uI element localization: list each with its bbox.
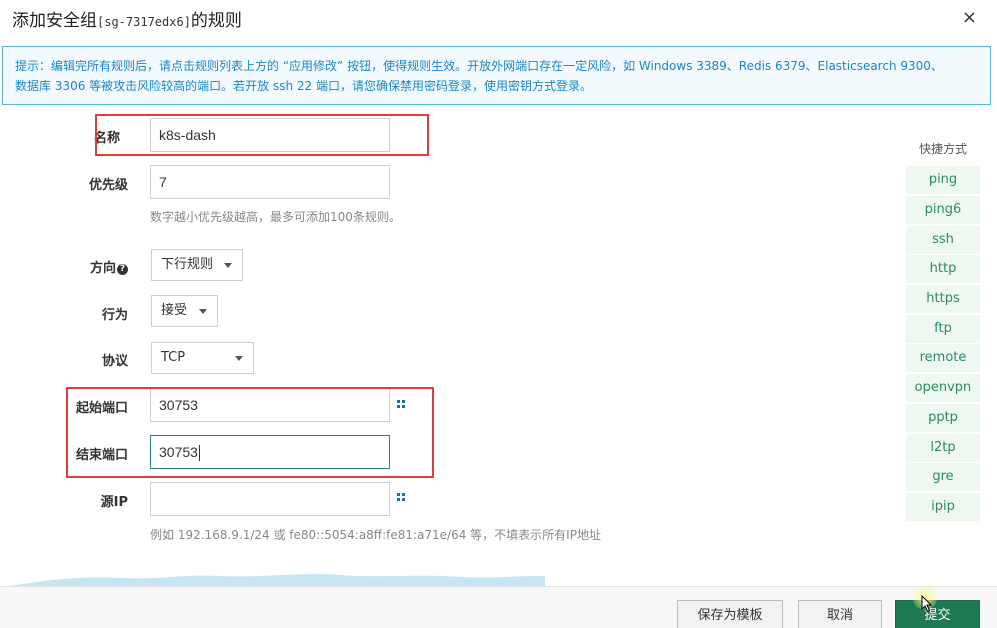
chevron-down-icon bbox=[224, 263, 232, 268]
action-value: 接受 bbox=[161, 303, 188, 318]
shortcuts-title: 快捷方式 bbox=[918, 142, 967, 156]
shortcut-https[interactable]: https bbox=[906, 285, 980, 313]
shortcut-ping6[interactable]: ping6 bbox=[906, 196, 980, 224]
protocol-select[interactable]: TCP bbox=[151, 342, 254, 374]
direction-label-text: 方向 bbox=[89, 261, 116, 276]
priority-input[interactable]: 7 bbox=[150, 165, 390, 199]
save-template-button[interactable]: 保存为模板 bbox=[677, 600, 783, 628]
source-ip-input[interactable] bbox=[150, 482, 390, 516]
mouse-cursor-icon bbox=[921, 595, 933, 613]
title-suffix: 的规则 bbox=[190, 11, 242, 31]
port-highlight-box bbox=[66, 387, 434, 478]
direction-value: 下行规则 bbox=[161, 257, 214, 272]
chevron-down-icon bbox=[199, 309, 207, 314]
priority-help: 数字越小优先级越高，最多可添加100条规则。 bbox=[150, 210, 401, 224]
source-ip-label: 源IP bbox=[100, 495, 128, 510]
chevron-down-icon bbox=[235, 356, 243, 361]
submit-button[interactable]: 提交 bbox=[895, 600, 980, 628]
tip-line-2: 数据库 3306 等被攻击风险较高的端口。若开放 ssh 22 端口，请您确保禁… bbox=[15, 79, 592, 93]
cancel-button[interactable]: 取消 bbox=[798, 600, 882, 628]
direction-label: 方向? bbox=[48, 257, 128, 276]
action-select[interactable]: 接受 bbox=[151, 295, 218, 327]
shortcut-ssh[interactable]: ssh bbox=[906, 226, 980, 254]
shortcut-pptp[interactable]: pptp bbox=[906, 404, 980, 432]
shortcut-gre[interactable]: gre bbox=[906, 463, 980, 491]
dialog-title: 添加安全组[sg-7317edx6]的规则 bbox=[12, 6, 242, 31]
help-icon[interactable]: ? bbox=[117, 264, 128, 275]
shortcut-openvpn[interactable]: openvpn bbox=[906, 374, 980, 402]
ip-picker-icon[interactable] bbox=[397, 493, 405, 501]
priority-label: 优先级 bbox=[88, 178, 128, 193]
shortcut-http[interactable]: http bbox=[906, 255, 980, 283]
close-icon[interactable]: × bbox=[962, 9, 977, 27]
protocol-label: 协议 bbox=[101, 354, 128, 369]
shortcut-ipip[interactable]: ipip bbox=[906, 493, 980, 521]
action-label: 行为 bbox=[101, 308, 128, 323]
add-rule-dialog: 添加安全组[sg-7317edx6]的规则 × 提示：编辑完所有规则后，请点击规… bbox=[0, 0, 997, 628]
shortcut-ping[interactable]: ping bbox=[906, 166, 980, 194]
shortcut-l2tp[interactable]: l2tp bbox=[906, 434, 980, 462]
shortcut-ftp[interactable]: ftp bbox=[906, 315, 980, 343]
shortcut-remote[interactable]: remote bbox=[906, 344, 980, 372]
direction-select[interactable]: 下行规则 bbox=[151, 249, 243, 281]
name-highlight-box bbox=[95, 114, 429, 156]
protocol-value: TCP bbox=[161, 350, 186, 365]
security-group-id: [sg-7317edx6] bbox=[97, 15, 191, 29]
tip-line-1: 提示：编辑完所有规则后，请点击规则列表上方的 “应用修改” 按钮，使得规则生效。… bbox=[15, 59, 943, 73]
source-ip-help: 例如 192.168.9.1/24 或 fe80::5054:a8ff:fe81… bbox=[150, 528, 601, 542]
title-prefix: 添加安全组 bbox=[12, 11, 97, 31]
tip-banner: 提示：编辑完所有规则后，请点击规则列表上方的 “应用修改” 按钮，使得规则生效。… bbox=[2, 46, 991, 105]
